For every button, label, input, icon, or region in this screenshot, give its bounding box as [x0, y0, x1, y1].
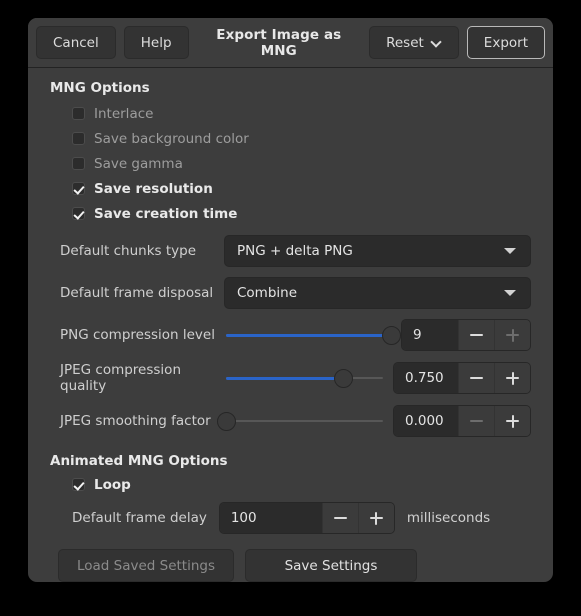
checkbox-loop[interactable] — [72, 478, 85, 491]
spinner-value-default-frame-delay[interactable]: 100 — [219, 503, 322, 533]
help-button[interactable]: Help — [123, 26, 189, 59]
minus-icon — [470, 377, 483, 379]
spinner-increment-jpeg-compression-quality[interactable] — [494, 363, 530, 393]
combo-value-default-frame-disposal: Combine — [237, 285, 298, 301]
mng-options-title: MNG Options — [50, 80, 150, 96]
checkbox-label-loop: Loop — [94, 476, 131, 493]
checkbox-label-save-resolution: Save resolution — [94, 180, 213, 197]
slider-handle[interactable] — [216, 411, 236, 431]
minus-icon — [470, 334, 483, 336]
plus-icon — [369, 511, 383, 525]
slider-fill — [226, 333, 391, 337]
slider-jpeg-smoothing-factor[interactable] — [216, 406, 383, 436]
spinner-value-png-compression-level[interactable]: 9 — [402, 320, 458, 350]
checkbox-label-interlace: Interlace — [94, 105, 154, 122]
minus-icon — [333, 517, 347, 519]
checkbox-save-background-color[interactable] — [72, 132, 85, 145]
slider-jpeg-compression-quality[interactable] — [226, 363, 383, 393]
chevron-down-icon — [504, 248, 516, 254]
spinner-default-frame-delay[interactable]: 100 — [218, 502, 395, 534]
cancel-button[interactable]: Cancel — [36, 26, 116, 59]
cancel-button-label: Cancel — [53, 34, 99, 51]
spinner-decrement-jpeg-compression-quality[interactable] — [458, 363, 494, 393]
plus-icon — [506, 328, 519, 342]
label-default-chunks-type: Default chunks type — [60, 243, 197, 259]
spinner-decrement-default-frame-delay[interactable] — [321, 503, 358, 533]
checkbox-row-loop[interactable]: Loop — [50, 472, 531, 497]
slider-handle[interactable] — [334, 368, 354, 388]
checkbox-save-creation-time[interactable] — [72, 207, 85, 220]
row-png-compression-level: PNG compression level 9 — [50, 317, 531, 353]
label-default-frame-disposal: Default frame disposal — [60, 285, 214, 301]
plus-icon — [506, 414, 519, 428]
spinner-value-jpeg-compression-quality[interactable]: 0.750 — [394, 363, 458, 393]
save-settings-button[interactable]: Save Settings — [245, 549, 417, 582]
dialog-title: Export Image as MNG — [216, 26, 342, 59]
slider-track — [226, 420, 383, 422]
dialog-headerbar: Cancel Help Export Image as MNG Reset Ex… — [28, 18, 553, 68]
row-jpeg-smoothing-factor: JPEG smoothing factor 0.000 — [50, 403, 531, 439]
load-saved-settings-label: Load Saved Settings — [76, 557, 216, 574]
checkbox-label-save-gamma: Save gamma — [94, 155, 183, 172]
checkbox-row-save-background-color[interactable]: Save background color — [50, 126, 531, 151]
row-default-chunks-type: Default chunks type PNG + delta PNG — [50, 234, 531, 268]
checkbox-label-save-background-color: Save background color — [94, 130, 249, 147]
row-jpeg-compression-quality: JPEG compression quality 0.750 — [50, 360, 531, 396]
checkbox-row-save-resolution[interactable]: Save resolution — [50, 176, 531, 201]
combo-default-frame-disposal[interactable]: Combine — [224, 277, 531, 309]
dialog-content: MNG Options Interlace Save background co… — [28, 68, 553, 582]
settings-buttons: Load Saved Settings Save Settings — [50, 549, 531, 582]
label-jpeg-compression-quality: JPEG compression quality — [60, 362, 181, 394]
slider-fill — [226, 376, 344, 380]
checkbox-row-save-gamma[interactable]: Save gamma — [50, 151, 531, 176]
checkbox-row-interlace[interactable]: Interlace — [50, 101, 531, 126]
save-settings-label: Save Settings — [284, 557, 378, 574]
minus-icon — [470, 420, 483, 422]
checkbox-save-resolution[interactable] — [72, 182, 85, 195]
checkbox-row-save-creation-time[interactable]: Save creation time — [50, 201, 531, 226]
slider-handle[interactable] — [381, 325, 401, 345]
spinner-png-compression-level[interactable]: 9 — [401, 319, 531, 351]
export-button-label: Export — [483, 34, 528, 51]
spinner-increment-default-frame-delay[interactable] — [357, 503, 394, 533]
combo-default-chunks-type[interactable]: PNG + delta PNG — [224, 235, 531, 267]
slider-png-compression-level[interactable] — [226, 320, 401, 350]
row-default-frame-disposal: Default frame disposal Combine — [50, 276, 531, 310]
chevron-down-icon — [431, 37, 442, 48]
export-mng-dialog: Cancel Help Export Image as MNG Reset Ex… — [28, 18, 553, 582]
spinner-jpeg-smoothing-factor[interactable]: 0.000 — [393, 405, 531, 437]
load-saved-settings-button[interactable]: Load Saved Settings — [58, 549, 234, 582]
chevron-down-icon — [504, 290, 516, 296]
spinner-decrement-jpeg-smoothing-factor[interactable] — [458, 406, 494, 436]
plus-icon — [506, 371, 519, 385]
label-default-frame-delay: Default frame delay — [72, 510, 207, 526]
help-button-label: Help — [140, 34, 172, 51]
spinner-value-jpeg-smoothing-factor[interactable]: 0.000 — [394, 406, 458, 436]
spinner-jpeg-compression-quality[interactable]: 0.750 — [393, 362, 531, 394]
label-png-compression-level: PNG compression level — [60, 327, 215, 343]
checkbox-label-save-creation-time: Save creation time — [94, 205, 238, 222]
reset-button[interactable]: Reset — [369, 26, 459, 59]
reset-button-label: Reset — [386, 34, 424, 51]
label-frame-delay-units: milliseconds — [406, 510, 491, 526]
combo-value-default-chunks-type: PNG + delta PNG — [237, 243, 353, 259]
export-button[interactable]: Export — [466, 26, 545, 59]
spinner-increment-jpeg-smoothing-factor[interactable] — [494, 406, 530, 436]
checkbox-interlace[interactable] — [72, 107, 85, 120]
spinner-decrement-png-compression-level[interactable] — [458, 320, 494, 350]
checkbox-save-gamma[interactable] — [72, 157, 85, 170]
row-default-frame-delay: Default frame delay 100 milliseconds — [50, 501, 531, 535]
label-jpeg-smoothing-factor: JPEG smoothing factor — [60, 413, 211, 429]
animated-mng-options-title: Animated MNG Options — [50, 453, 228, 469]
spinner-increment-png-compression-level[interactable] — [494, 320, 530, 350]
